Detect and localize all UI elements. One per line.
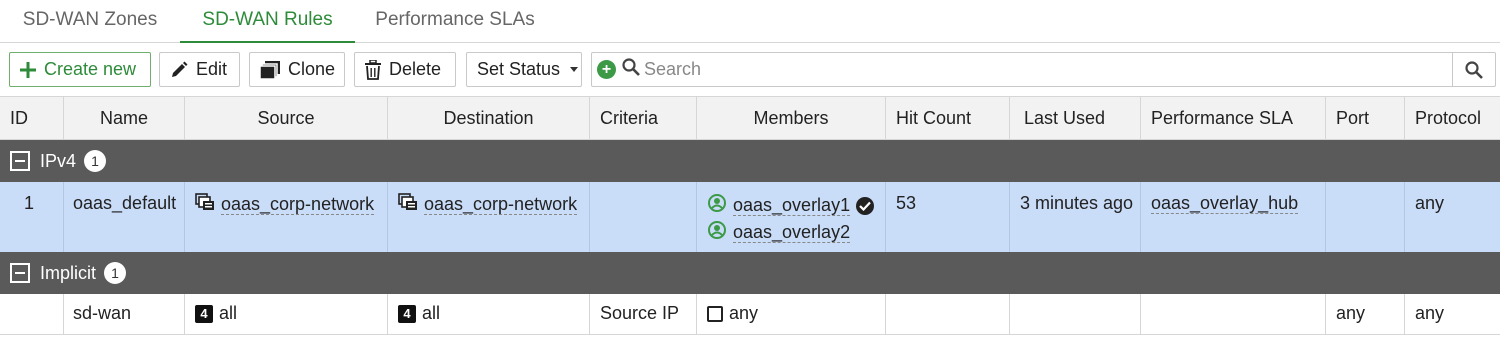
search-submit-icon [1465,60,1483,79]
group-label: Implicit [40,262,97,283]
col-name[interactable]: Name [64,97,185,139]
cell-port: any [1326,294,1405,334]
create-new-label: Create new [44,59,137,79]
cell-destination: oaas_corp-network [388,182,590,252]
cell-hit-count: 53 [886,182,1010,252]
table-row[interactable]: 1 oaas_default oaas_corp-network oaas_co… [0,182,1500,252]
cell-source: oaas_corp-network [185,182,388,252]
group-count-badge: 1 [104,262,127,284]
search-bar: + [591,52,1496,87]
cell-members: oaas_overlay1 oaas_overlay2 [697,182,886,252]
clone-icon [260,60,280,79]
search-icon [622,58,640,81]
col-id[interactable]: ID [0,97,64,139]
cell-last-used [1010,294,1141,334]
ipv4-all-icon: 4 [195,304,213,323]
cell-protocol: any [1405,294,1500,334]
cell-members: any [697,294,886,334]
set-status-dropdown[interactable]: Set Status [466,52,582,87]
create-new-button[interactable]: Create new [9,52,151,87]
name-text: sd-wan [73,303,132,323]
plus-icon [20,61,36,78]
trash-icon [365,59,381,80]
col-destination[interactable]: Destination [388,97,590,139]
delete-label: Delete [389,59,442,79]
group-header-ipv4[interactable]: IPv4 1 [0,140,1500,182]
clone-label: Clone [288,59,336,79]
member-link[interactable]: oaas_overlay1 [733,195,851,216]
check-circle-icon [856,196,875,215]
checkbox-icon [707,305,723,322]
hit-count-text: 53 [896,193,917,213]
cell-protocol: any [1405,182,1500,252]
group-count-badge: 1 [84,150,107,172]
cell-performance-sla [1141,294,1326,334]
edit-button[interactable]: Edit [159,52,240,87]
col-last-used[interactable]: Last Used [1010,97,1141,139]
performance-sla-link[interactable]: oaas_overlay_hub [1151,193,1299,214]
cell-port [1326,182,1405,252]
source-link[interactable]: oaas_corp-network [221,194,375,215]
id-text: 1 [24,193,35,213]
collapse-icon[interactable] [10,263,30,283]
group-label: IPv4 [40,150,77,171]
cell-criteria: Source IP [590,294,697,334]
col-hit-count[interactable]: Hit Count [886,97,1010,139]
clone-button[interactable]: Clone [249,52,345,87]
destination-text: all [422,303,441,323]
port-text: any [1336,303,1366,323]
tab-sdwan-rules[interactable]: SD-WAN Rules [180,0,355,43]
cell-id [0,294,64,334]
tab-sdwan-zones[interactable]: SD-WAN Zones [0,0,180,43]
destination-link[interactable]: oaas_corp-network [424,194,578,215]
tab-bar: SD-WAN Zones SD-WAN Rules Performance SL… [0,0,1500,43]
table-header: ID Name Source Destination Criteria Memb… [0,96,1500,140]
cell-name: oaas_default [64,182,185,252]
col-performance-sla[interactable]: Performance SLA [1141,97,1326,139]
name-text: oaas_default [73,193,177,213]
last-used-text: 3 minutes ago [1020,193,1134,213]
address-group-icon [398,193,418,216]
delete-button[interactable]: Delete [354,52,456,87]
member-text: any [729,303,759,323]
col-port[interactable]: Port [1326,97,1405,139]
ipv4-all-icon: 4 [398,304,416,323]
sdwan-member-icon [707,193,727,218]
pencil-icon [170,61,188,79]
address-group-icon [195,193,215,216]
group-header-implicit[interactable]: Implicit 1 [0,252,1500,294]
caret-down-icon [570,67,579,72]
tab-performance-slas[interactable]: Performance SLAs [355,0,555,43]
criteria-text: Source IP [600,303,680,323]
member-link[interactable]: oaas_overlay2 [733,222,851,243]
source-text: all [219,303,238,323]
cell-hit-count [886,294,1010,334]
toolbar: Create new Edit Clone Delete Set Status … [0,43,1500,96]
set-status-label: Set Status [477,59,561,79]
edit-label: Edit [196,59,228,79]
sdwan-member-icon [707,220,727,245]
search-input[interactable] [644,54,1424,85]
cell-id: 1 [0,182,64,252]
protocol-text: any [1415,303,1445,323]
col-criteria[interactable]: Criteria [590,97,697,139]
row-divider [0,334,1500,335]
cell-source: 4 all [185,294,388,334]
cell-name: sd-wan [64,294,185,334]
protocol-text: any [1415,193,1445,213]
cell-destination: 4 all [388,294,590,334]
table-row[interactable]: sd-wan 4 all 4 all Source IP any any any [0,294,1500,334]
col-source[interactable]: Source [185,97,388,139]
add-filter-icon[interactable]: + [597,60,616,79]
col-members[interactable]: Members [697,97,886,139]
cell-last-used: 3 minutes ago [1010,182,1141,252]
cell-criteria [590,182,697,252]
col-protocol[interactable]: Protocol [1405,97,1500,139]
collapse-icon[interactable] [10,151,30,171]
search-submit-button[interactable] [1452,53,1495,86]
cell-performance-sla: oaas_overlay_hub [1141,182,1326,252]
